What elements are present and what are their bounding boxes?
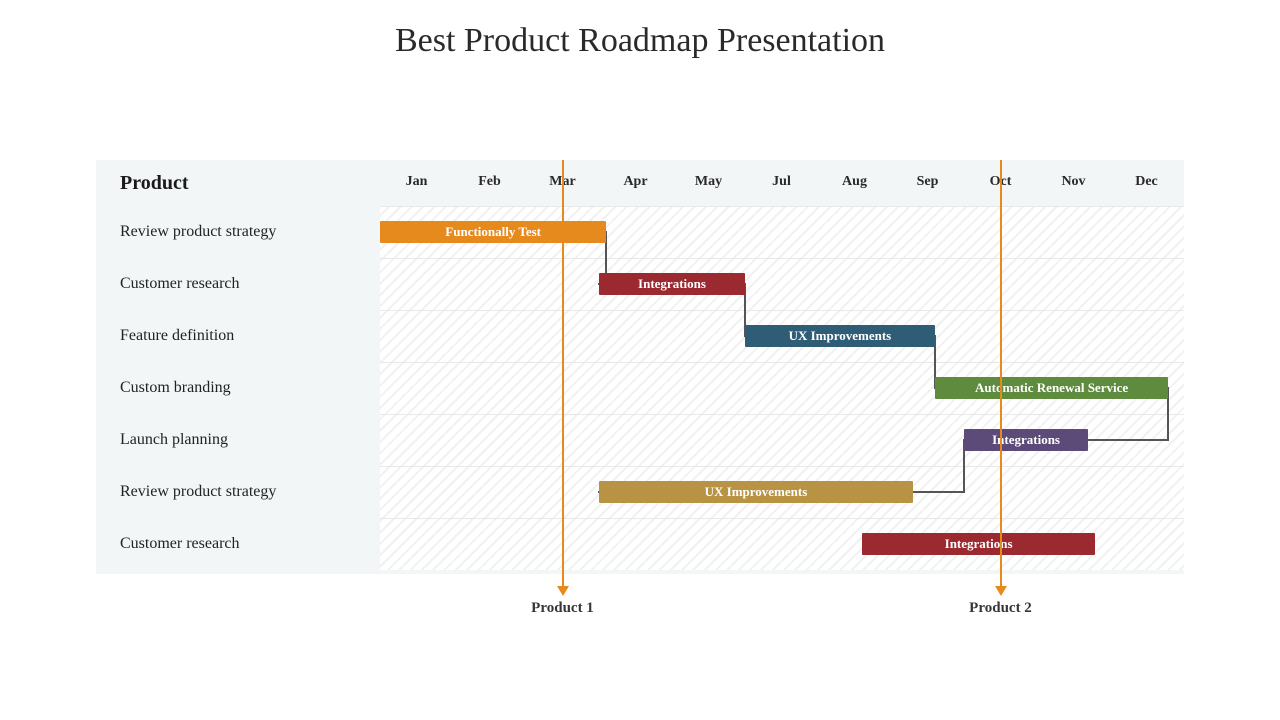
chevron-down-icon bbox=[995, 586, 1007, 596]
gantt-bar: Integrations bbox=[599, 273, 745, 295]
row-label: Review product strategy bbox=[120, 206, 276, 258]
month-label: Apr bbox=[599, 174, 672, 190]
month-label: Aug bbox=[818, 174, 891, 190]
month-label: Feb bbox=[453, 174, 526, 190]
gantt-bar: Integrations bbox=[964, 429, 1088, 451]
gantt-bar: Functionally Test bbox=[380, 221, 606, 243]
month-label: May bbox=[672, 174, 745, 190]
month-label: Jan bbox=[380, 174, 453, 190]
row-label: Review product strategy bbox=[120, 466, 276, 518]
gantt-bar: UX Improvements bbox=[745, 325, 935, 347]
row-label: Customer research bbox=[120, 258, 240, 310]
milestone-line bbox=[1000, 160, 1002, 586]
gantt-chart: Product Review product strategyCustomer … bbox=[96, 160, 1184, 574]
row-label: Customer research bbox=[120, 518, 240, 570]
row-label: Feature definition bbox=[120, 310, 234, 362]
month-label: Nov bbox=[1037, 174, 1110, 190]
timeline-area: JanFebMarAprMayJulAugSepOctNovDec Functi… bbox=[380, 206, 1184, 570]
month-label: Jul bbox=[745, 174, 818, 190]
row-label: Launch planning bbox=[120, 414, 228, 466]
row-label: Custom branding bbox=[120, 362, 231, 414]
milestone-label: Product 1 bbox=[503, 600, 623, 617]
month-label: Dec bbox=[1110, 174, 1183, 190]
gantt-bar: Automatic Renewal Service bbox=[935, 377, 1169, 399]
gantt-bar: Integrations bbox=[862, 533, 1096, 555]
milestone-label: Product 2 bbox=[941, 600, 1061, 617]
gantt-bar: UX Improvements bbox=[599, 481, 913, 503]
page-title: Best Product Roadmap Presentation bbox=[0, 0, 1280, 60]
grid-row bbox=[380, 258, 1184, 311]
month-label: Sep bbox=[891, 174, 964, 190]
connector-line bbox=[1087, 439, 1169, 441]
milestone-line bbox=[562, 160, 564, 586]
chevron-down-icon bbox=[557, 586, 569, 596]
table-header: Product bbox=[120, 160, 189, 206]
